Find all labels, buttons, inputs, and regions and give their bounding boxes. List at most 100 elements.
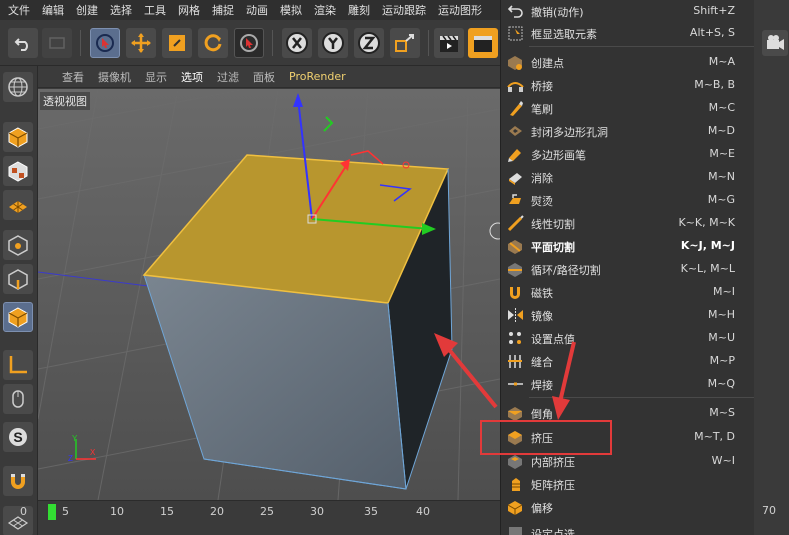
menu-item-offset[interactable]: 偏移 (501, 496, 755, 519)
y-axis-lock-button[interactable] (318, 28, 348, 58)
axis-corner-icon (9, 356, 27, 374)
points-mode-button[interactable] (3, 230, 33, 260)
grid-tool-button[interactable] (3, 506, 33, 535)
camera-icon (767, 35, 784, 50)
menu-item[interactable]: 运动图形 (434, 2, 490, 18)
menu-item-label: 笔刷 (531, 103, 553, 116)
menu-item-label: 封闭多边形孔洞 (531, 126, 608, 139)
menu-item-label: 多边形画笔 (531, 149, 586, 162)
menu-item[interactable]: 模拟 (276, 2, 310, 18)
menu-item[interactable]: 雕刻 (344, 2, 378, 18)
perspective-viewport[interactable]: Y Z X (38, 89, 500, 500)
menu-item-set-selection[interactable]: 设定点选... (501, 522, 755, 535)
menu-item-label: 桥接 (531, 80, 553, 93)
enable-axis-button[interactable] (3, 350, 33, 380)
menu-item-matrix-extrude[interactable]: 矩阵挤压 (501, 473, 755, 496)
z-axis-lock-button[interactable] (354, 28, 384, 58)
viewport-menu-item[interactable]: 摄像机 (98, 69, 131, 85)
menu-item-label: 平面切割 (531, 241, 575, 254)
polygons-mode-button[interactable] (3, 302, 33, 332)
magnet-button[interactable] (3, 466, 33, 496)
checker-cube-icon (8, 161, 28, 182)
viewport-menu-item[interactable]: 选项 (181, 69, 203, 85)
menu-item-label: 框显选取元素 (531, 28, 597, 41)
scale-tool-button[interactable] (162, 28, 192, 58)
timeline-tick-label: 15 (160, 505, 174, 518)
menu-item[interactable]: 网格 (174, 2, 208, 18)
menu-item-iron[interactable]: 熨烫 M~G (501, 189, 755, 212)
snap-button[interactable]: S (3, 422, 33, 452)
menu-item-create-point[interactable]: 创建点 M~A (501, 51, 755, 74)
loop-path-cut-icon (508, 263, 522, 277)
polygon-cube-icon (8, 307, 28, 328)
undo-icon (14, 38, 28, 51)
menu-item[interactable]: 运动跟踪 (378, 2, 434, 18)
edges-mode-button[interactable] (3, 264, 33, 294)
undo-button[interactable] (8, 28, 38, 58)
undo-icon (507, 5, 523, 18)
rotate-tool-button[interactable] (198, 28, 228, 58)
menu-item-shortcut: M~D (707, 124, 735, 137)
render-picture-viewer-button[interactable] (468, 28, 498, 58)
menu-item[interactable]: 动画 (242, 2, 276, 18)
menu-item-undo[interactable]: 撤销(动作) Shift+Z (501, 0, 755, 23)
world-axis-icon (395, 34, 414, 52)
menu-item-dissolve[interactable]: 消除 M~N (501, 166, 755, 189)
menu-item[interactable]: 渲染 (310, 2, 344, 18)
redo-button[interactable] (42, 28, 72, 58)
magnet-icon (11, 474, 25, 489)
mirror-icon (508, 308, 523, 323)
menu-item-line-cut[interactable]: 线性切割 K~K, M~K (501, 212, 755, 235)
move-tool-button[interactable] (126, 28, 156, 58)
render-view-button[interactable] (434, 28, 464, 58)
menu-item-label: 循环/路径切割 (531, 264, 601, 277)
menu-item-brush[interactable]: 笔刷 M~C (501, 97, 755, 120)
menu-item-mirror[interactable]: 镜像 M~H (501, 304, 755, 327)
menu-item[interactable]: 创建 (72, 2, 106, 18)
viewport-menu-item[interactable]: 过滤 (217, 69, 239, 85)
model-mode-button[interactable] (3, 122, 33, 152)
cube-icon (8, 127, 28, 148)
menu-item[interactable]: 工具 (140, 2, 174, 18)
menu-item[interactable]: 捕捉 (208, 2, 242, 18)
menu-item-shortcut: M~G (707, 193, 735, 206)
coordinate-system-button[interactable] (390, 28, 420, 58)
menu-item-frame-selection[interactable]: 框显选取元素 Alt+S, S (501, 22, 755, 45)
x-axis-lock-button[interactable] (282, 28, 312, 58)
menu-item[interactable]: 编辑 (38, 2, 72, 18)
menu-item[interactable]: 文件 (4, 2, 38, 18)
menu-item-plane-cut[interactable]: 平面切割 K~J, M~J (501, 235, 755, 258)
menu-item[interactable]: 选择 (106, 2, 140, 18)
viewport-menu-item[interactable]: 面板 (253, 69, 275, 85)
menu-item-shortcut: Alt+S, S (689, 26, 735, 39)
live-select-button[interactable] (90, 28, 120, 58)
viewport-menu-item[interactable]: 显示 (145, 69, 167, 85)
make-editable-button[interactable] (3, 72, 33, 102)
playhead-marker[interactable] (48, 504, 56, 520)
menu-item-close-polygon-hole[interactable]: 封闭多边形孔洞 M~D (501, 120, 755, 143)
set-point-value-icon (509, 332, 521, 344)
camera-button[interactable] (762, 30, 788, 56)
menu-item-shortcut: M~C (708, 101, 735, 114)
viewport-menu-item[interactable]: ProRender (289, 70, 346, 83)
timeline-tick-label: 0 (20, 505, 27, 518)
timeline-tick-label: 35 (364, 505, 378, 518)
texture-mode-button[interactable] (3, 156, 33, 186)
menu-item-polygon-pen[interactable]: 多边形画笔 M~E (501, 143, 755, 166)
menu-item-magnet[interactable]: 磁铁 M~I (501, 281, 755, 304)
tweak-mode-button[interactable] (3, 384, 33, 414)
viewport-label: 透视视图 (40, 92, 90, 110)
timeline[interactable]: 0 5 10 15 20 25 30 35 40 (20, 500, 500, 535)
menu-item-bridge[interactable]: 桥接 M~B, B (501, 74, 755, 97)
scale-icon (169, 35, 185, 51)
weld-icon (508, 382, 523, 386)
annotation-arrow-down (552, 341, 576, 420)
recent-tool-button[interactable] (234, 28, 264, 58)
viewport-menu-item[interactable]: 查看 (62, 69, 84, 85)
frame-selection-icon (508, 26, 523, 41)
workplane-mode-button[interactable] (3, 190, 33, 220)
brush-icon (510, 101, 523, 116)
move-arrows-icon (131, 33, 151, 53)
menu-item-loop-path-cut[interactable]: 循环/路径切割 K~L, M~L (501, 258, 755, 281)
plane-cut-icon (508, 240, 522, 254)
